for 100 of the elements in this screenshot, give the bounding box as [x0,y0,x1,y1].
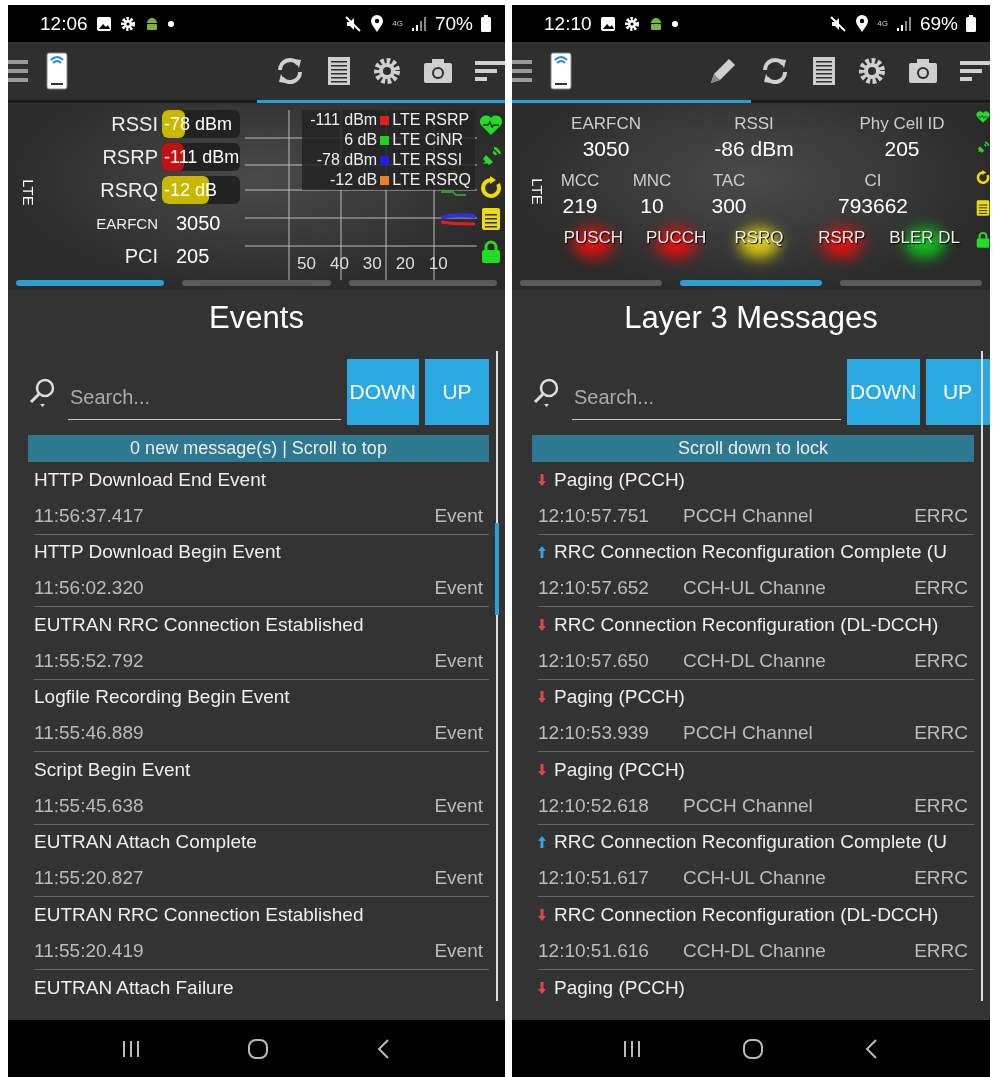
timestamp: 11:55:52.792 [34,649,144,672]
timestamp: 11:55:20.827 [34,867,144,890]
event-name[interactable]: Script Begin Event [34,758,191,781]
home-icon[interactable] [742,1037,764,1060]
metric-label: RSRP [101,145,158,169]
message-name[interactable]: RRC Connection Reconfiguration Complete (U [554,541,947,564]
protocol-label: ERRC [914,939,969,962]
scroll-banner[interactable]: Scroll down to lock [532,435,974,462]
field-value: 205 [175,244,210,268]
timestamp: 11:55:46.889 [34,722,144,745]
field-label: CI [864,171,882,191]
message-name[interactable]: Paging (PCCH) [554,758,685,781]
indicator-label: RSRP [818,228,866,248]
event-name[interactable]: EUTRAN Attach Complete [34,831,257,854]
message-name[interactable]: Paging (PCCH) [554,686,685,709]
event-name[interactable]: Logfile Recording Begin Event [34,686,290,709]
circular-arrow-icon[interactable] [480,176,502,198]
event-name[interactable]: EUTRAN RRC Connection Established [34,613,364,636]
refresh-icon[interactable] [275,56,305,86]
indicator-label: BLER DL [889,228,960,248]
search-field[interactable]: Search... [572,376,841,420]
document-list-icon[interactable] [812,56,836,86]
field-value: 300 [711,194,747,218]
camera-icon[interactable] [423,58,453,84]
protocol-label: ERRC [914,577,969,600]
timestamp: 12:10:57.650 [538,649,649,672]
sort-icon[interactable] [960,59,990,83]
legend-label: LTE RSRP [392,112,471,128]
channel-name: PCCH Channel [682,722,813,745]
event-type: Event [434,939,484,962]
message-name[interactable]: RRC Connection Reconfiguration (DL-DCCH) [554,903,939,926]
mute-icon [344,14,363,33]
channel-name: CCH-UL Channe [682,867,826,890]
timestamp: 11:55:45.638 [34,794,144,817]
message-name[interactable]: RRC Connection Reconfiguration (DL-DCCH) [554,613,939,636]
protocol-label: ERRC [914,722,969,745]
settings-icon[interactable] [858,57,886,85]
heart-icon[interactable] [479,114,503,136]
battery-percent: 70% [434,12,473,35]
event-name[interactable]: HTTP Download Begin Event [34,541,281,564]
event-type: Event [434,794,484,817]
app-logo-icon[interactable] [550,52,572,90]
menu-icon[interactable] [8,57,28,85]
message-name[interactable]: Paging (PCCH) [554,468,685,491]
timestamp: 12:10:53.939 [538,722,649,745]
event-type: Event [434,577,484,600]
search-field[interactable]: Search... [68,376,341,420]
timestamp: 11:56:02.320 [34,577,144,600]
field-value: 205 [884,137,920,161]
location-pin-icon [370,14,385,33]
event-name[interactable]: HTTP Download End Event [34,468,266,491]
event-type: Event [434,722,484,745]
indicator-label: PUCCH [645,228,707,248]
scroll-banner[interactable]: 0 new message(s) | Scroll to top [28,435,489,462]
channel-name: PCCH Channel [682,504,813,527]
recent-apps-icon[interactable] [121,1038,142,1059]
legend-value: -111 dBm [310,112,378,128]
camera-icon[interactable] [908,58,938,84]
field-value: 10 [640,194,664,218]
mute-icon [829,14,848,33]
channel-name: CCH-DL Channe [682,649,826,672]
event-name[interactable]: EUTRAN Attach Failure [34,976,234,999]
back-icon[interactable] [864,1037,880,1060]
message-name[interactable]: Paging (PCCH) [554,976,685,999]
protocol-label: ERRC [914,504,969,527]
field-label: Phy Cell ID [859,114,945,134]
field-label: EARFCN [571,114,641,134]
back-icon[interactable] [375,1037,392,1060]
field-label: RSSI [734,114,774,134]
home-icon[interactable] [247,1037,270,1060]
recent-apps-icon[interactable] [622,1038,642,1059]
timestamp: 11:56:37.417 [34,504,144,527]
document-list-icon[interactable] [327,56,351,86]
gear-icon [623,15,640,32]
legend-label: LTE CiNR [392,132,464,148]
legend-value: -12 dB [329,172,378,188]
app-logo-icon[interactable] [46,52,68,90]
image-icon [599,15,616,32]
settings-icon[interactable] [373,57,401,85]
message-name[interactable]: RRC Connection Reconfiguration Complete (U [554,831,947,854]
field-label: PCI [123,244,158,268]
event-name[interactable]: EUTRAN RRC Connection Established [34,903,364,926]
battery-percent: 69% [919,12,958,35]
satellite-dish-icon[interactable] [480,145,502,167]
field-label: EARFCN [95,214,158,232]
refresh-icon[interactable] [760,56,790,86]
pencil-icon[interactable] [708,56,738,86]
timestamp: 12:10:52.618 [538,794,649,817]
protocol-label: ERRC [914,867,969,890]
field-value: 3050 [582,137,630,161]
menu-icon[interactable] [512,57,532,85]
network-type-label: 4G [392,19,403,28]
field-label: MCC [560,171,600,191]
document-icon[interactable] [481,207,501,231]
sort-icon[interactable] [475,59,505,83]
padlock-icon[interactable] [481,240,501,264]
field-label: TAC [712,171,746,191]
timestamp: 12:10:51.616 [538,939,649,962]
network-label: LTE [528,177,546,205]
legend-value: -78 dBm [315,152,378,168]
